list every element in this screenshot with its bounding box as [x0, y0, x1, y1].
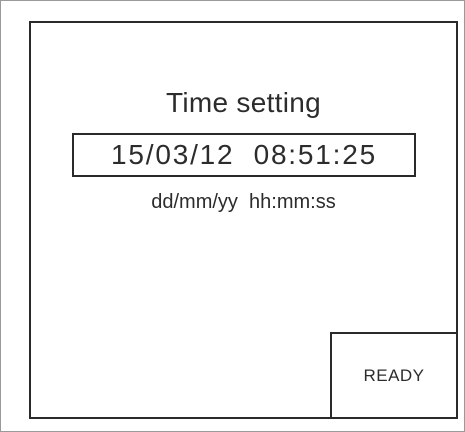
ready-button-label: READY — [363, 365, 425, 385]
datetime-input[interactable]: 15/03/12 08:51:25 — [72, 133, 416, 177]
screen-title: Time setting — [165, 87, 322, 118]
datetime-format-hint: dd/mm/yy hh:mm:ss — [151, 191, 336, 213]
device-frame: Time setting 15/03/12 08:51:25 dd/mm/yy … — [0, 0, 465, 432]
datetime-value: 15/03/12 08:51:25 — [111, 139, 377, 170]
ready-button[interactable]: READY — [330, 332, 458, 419]
lcd-screen: Time setting 15/03/12 08:51:25 dd/mm/yy … — [29, 21, 458, 419]
